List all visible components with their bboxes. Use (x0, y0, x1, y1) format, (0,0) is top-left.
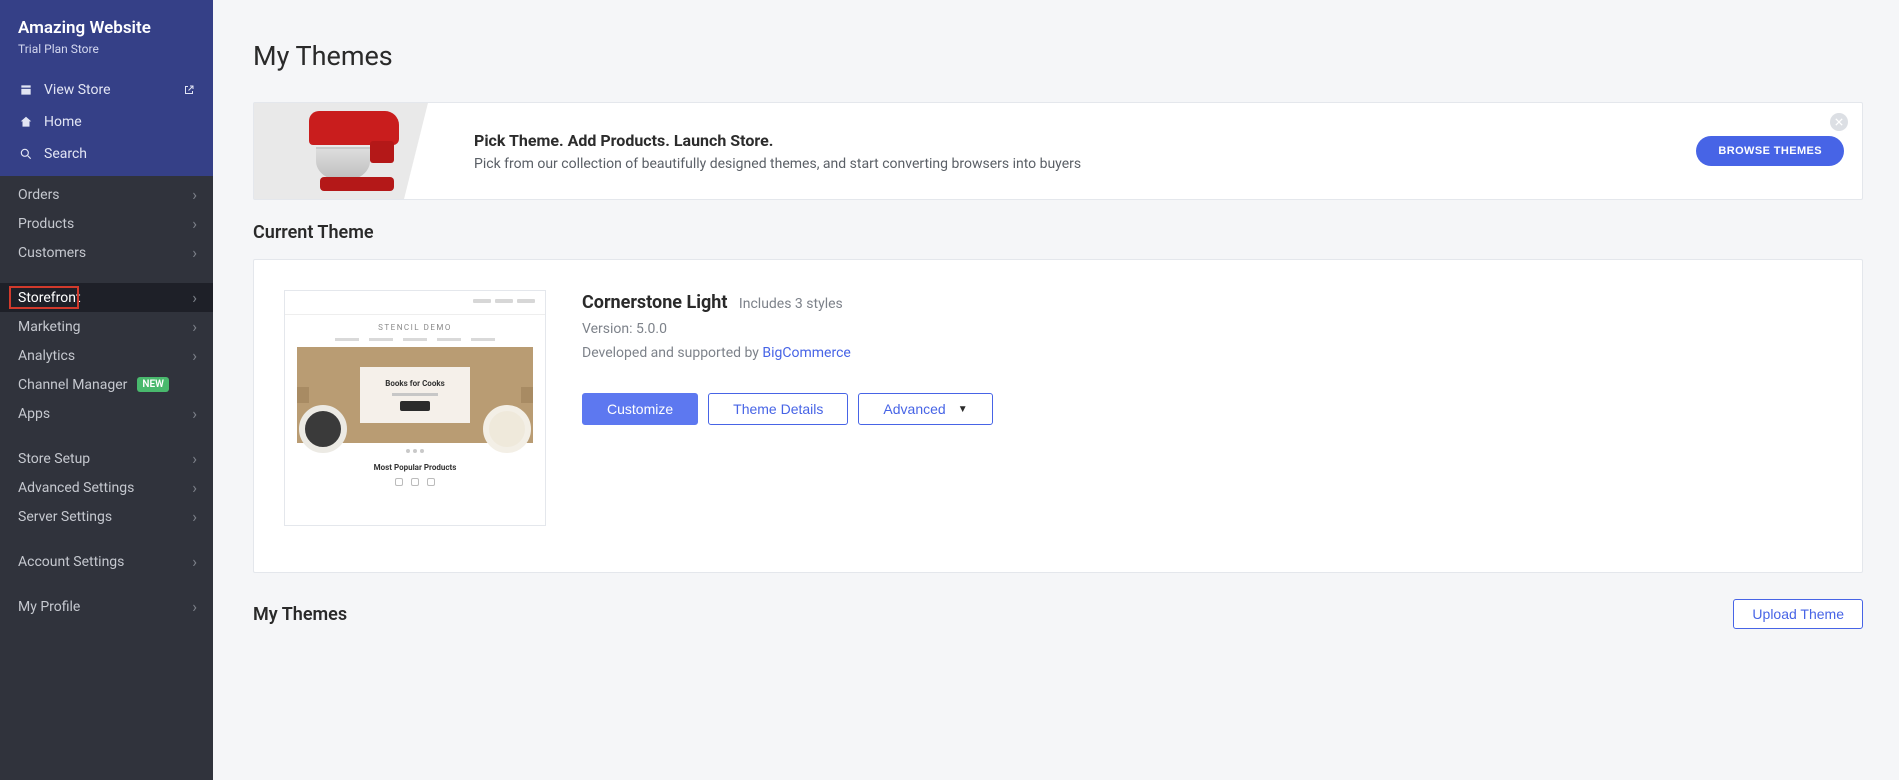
theme-developer: Developed and supported by BigCommerce (582, 345, 993, 361)
section-current-theme: Current Theme (253, 222, 1863, 243)
chevron-right-icon: › (192, 243, 197, 262)
new-badge: NEW (137, 377, 169, 392)
home-icon (18, 114, 34, 130)
advanced-button[interactable]: Advanced ▼ (858, 393, 992, 425)
chevron-right-icon: › (192, 597, 197, 616)
section-my-themes: My Themes (253, 604, 347, 625)
chevron-right-icon: › (192, 507, 197, 526)
nav-my-profile[interactable]: My Profile › (0, 592, 213, 621)
store-name: Amazing Website (18, 18, 197, 38)
view-store-link[interactable]: View Store (0, 74, 213, 106)
nav-section-main: Orders › Products › Customers › Storefront ›… (0, 176, 213, 621)
nav-label: Products (18, 216, 74, 232)
promo-body: Pick Theme. Add Products. Launch Store. … (454, 119, 1696, 184)
caret-down-icon: ▼ (958, 404, 968, 415)
current-theme-card: STENCIL DEMO Books for Cooks Most Popula… (253, 259, 1863, 573)
nav-label: Analytics (18, 348, 75, 364)
nav-label: Server Settings (18, 509, 112, 525)
nav-label: Store Setup (18, 451, 90, 467)
chevron-right-icon: › (192, 185, 197, 204)
nav-label: Marketing (18, 319, 81, 335)
chevron-right-icon: › (192, 214, 197, 233)
sidebar-header: Amazing Website Trial Plan Store (0, 0, 213, 70)
chevron-right-icon: › (192, 478, 197, 497)
view-store-label: View Store (44, 82, 111, 98)
theme-preview[interactable]: STENCIL DEMO Books for Cooks Most Popula… (284, 290, 546, 526)
search-icon (18, 146, 34, 162)
search-link[interactable]: Search (0, 138, 213, 170)
nav-marketing[interactable]: Marketing › (0, 312, 213, 341)
search-label: Search (44, 146, 87, 162)
preview-section-title: Most Popular Products (285, 463, 545, 472)
nav-orders[interactable]: Orders › (0, 180, 213, 209)
nav-account-settings[interactable]: Account Settings › (0, 547, 213, 576)
chevron-right-icon: › (192, 449, 197, 468)
store-icon (18, 82, 34, 98)
theme-name: Cornerstone Light (582, 292, 727, 313)
mixer-illustration (304, 111, 404, 191)
nav-label: My Profile (18, 599, 80, 615)
theme-version: Version: 5.0.0 (582, 321, 993, 337)
chevron-right-icon: › (192, 288, 197, 307)
theme-styles: Includes 3 styles (739, 296, 843, 312)
chevron-right-icon: › (192, 317, 197, 336)
advanced-label: Advanced (883, 401, 945, 417)
nav-store-setup[interactable]: Store Setup › (0, 444, 213, 473)
nav-storefront[interactable]: Storefront › (0, 283, 213, 312)
sidebar-topnav: View Store Home Search (0, 70, 213, 176)
nav-label: Orders (18, 187, 60, 203)
main-content: My Themes Pick Theme. Add Products. Laun… (213, 0, 1899, 780)
nav-label: Account Settings (18, 554, 124, 570)
nav-label: Channel Manager (18, 377, 127, 393)
nav-customers[interactable]: Customers › (0, 238, 213, 267)
close-icon[interactable] (1830, 113, 1848, 131)
promo-text: Pick from our collection of beautifully … (474, 156, 1676, 172)
page-title: My Themes (253, 40, 1863, 72)
nav-label: Storefront (18, 290, 81, 306)
sidebar: Amazing Website Trial Plan Store View St… (0, 0, 213, 780)
browse-themes-button[interactable]: BROWSE THEMES (1696, 136, 1844, 166)
customize-button[interactable]: Customize (582, 393, 698, 425)
preview-hero-title: Books for Cooks (385, 379, 444, 388)
chevron-right-icon: › (192, 346, 197, 365)
upload-theme-button[interactable]: Upload Theme (1733, 599, 1863, 629)
nav-label: Apps (18, 406, 50, 422)
nav-server-settings[interactable]: Server Settings › (0, 502, 213, 531)
store-plan: Trial Plan Store (18, 42, 197, 56)
external-link-icon (183, 84, 195, 96)
developer-link[interactable]: BigCommerce (762, 345, 850, 361)
nav-apps[interactable]: Apps › (0, 399, 213, 428)
nav-analytics[interactable]: Analytics › (0, 341, 213, 370)
nav-label: Customers (18, 245, 86, 261)
chevron-right-icon: › (192, 404, 197, 423)
theme-details-button[interactable]: Theme Details (708, 393, 848, 425)
chevron-right-icon: › (192, 552, 197, 571)
home-label: Home (44, 114, 82, 130)
promo-title: Pick Theme. Add Products. Launch Store. (474, 131, 1676, 150)
nav-channel-manager[interactable]: Channel Manager NEW (0, 370, 213, 399)
nav-advanced-settings[interactable]: Advanced Settings › (0, 473, 213, 502)
nav-products[interactable]: Products › (0, 209, 213, 238)
theme-info: Cornerstone Light Includes 3 styles Vers… (582, 290, 993, 526)
preview-brand: STENCIL DEMO (285, 315, 545, 338)
nav-label: Advanced Settings (18, 480, 134, 496)
home-link[interactable]: Home (0, 106, 213, 138)
promo-banner: Pick Theme. Add Products. Launch Store. … (253, 102, 1863, 200)
promo-image (254, 103, 454, 199)
